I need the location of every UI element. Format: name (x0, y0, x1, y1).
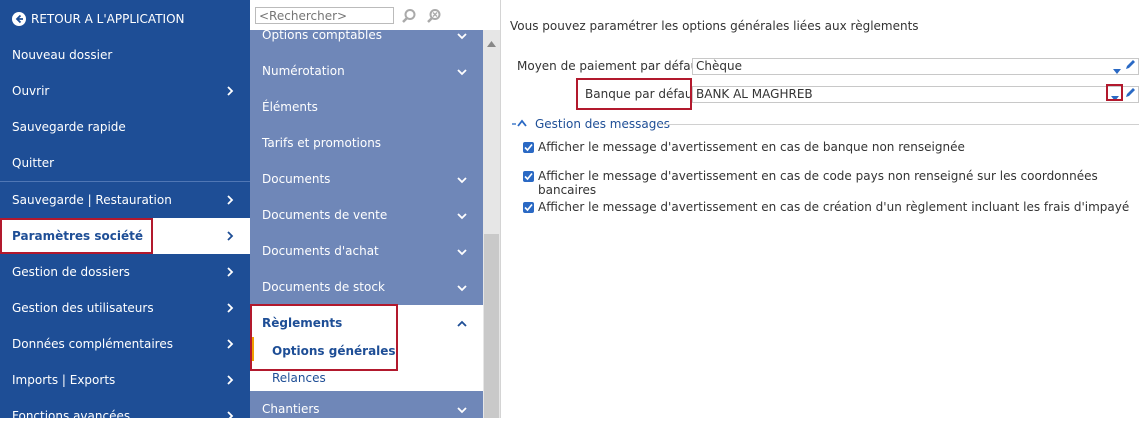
menu-item-quitter[interactable]: Quitter (0, 145, 250, 181)
search-bar (250, 0, 500, 30)
nav-item-documents-d-achat[interactable]: Documents d'achat (250, 233, 483, 269)
checkbox[interactable] (523, 202, 534, 213)
menu-item-donnees-complementaires[interactable]: Données complémentaires (0, 326, 250, 362)
nav-item-label: Documents (262, 172, 331, 186)
chevron-right-icon (225, 337, 235, 351)
menu-item-fonctions-avancees[interactable]: Fonctions avancées (0, 398, 250, 434)
content-panel: Vous pouvez paramétrer les options génér… (500, 0, 1142, 418)
nav-item-label: Options comptables (262, 30, 383, 42)
back-arrow-icon (12, 12, 26, 26)
chevron-right-icon (225, 84, 235, 98)
checkbox[interactable] (523, 142, 534, 153)
nav-item-label: Documents de vente (262, 208, 388, 222)
back-to-application-button[interactable]: RETOUR A L'APPLICATION (0, 1, 250, 37)
chevron-down-icon (456, 210, 468, 220)
nav-item-documents[interactable]: Documents (250, 161, 483, 197)
chevron-right-icon (225, 265, 235, 279)
chevron-right-icon (225, 409, 235, 423)
checkbox[interactable] (523, 171, 534, 182)
nav-item-label: Chantiers (262, 402, 320, 416)
nav-item-label: Numérotation (262, 64, 345, 78)
chevron-down-icon (456, 66, 468, 76)
menu-item-label: Ouvrir (12, 84, 50, 98)
nav-item-elements[interactable]: Éléments (250, 89, 483, 125)
nav-item-options-comptables[interactable]: Options comptables (250, 30, 483, 53)
dropdown-arrow-icon[interactable] (1113, 63, 1121, 74)
chevron-right-icon (225, 193, 235, 207)
menu-item-gestion-des-utilisateurs[interactable]: Gestion des utilisateurs (0, 290, 250, 326)
chevron-down-icon (456, 282, 468, 292)
menu-item-ouvrir[interactable]: Ouvrir (0, 73, 250, 109)
nav-item-label: Tarifs et promotions (262, 136, 382, 150)
search-icon[interactable] (401, 8, 417, 24)
nav-item-documents-de-stock[interactable]: Documents de stock (250, 269, 483, 305)
menu-item-label: Gestion des utilisateurs (12, 301, 154, 315)
default-bank-value: BANK AL MAGHREB (696, 87, 813, 101)
menu-item-label: Données complémentaires (12, 337, 173, 351)
nav-scrollbar-thumb[interactable] (484, 234, 499, 418)
nav-item-label: Documents d'achat (262, 244, 379, 258)
nav-item-documents-de-vente[interactable]: Documents de vente (250, 197, 483, 233)
menu-item-label: Sauvegarde | Restauration (12, 193, 172, 207)
nav-item-label: Documents de stock (262, 280, 385, 294)
menu-item-label: Quitter (12, 156, 55, 170)
highlight-box (576, 78, 692, 110)
nav-item-numerotation[interactable]: Numérotation (250, 53, 483, 89)
chevron-down-icon (456, 30, 468, 40)
menu-item-label: Fonctions avancées (12, 409, 131, 423)
panel-divider (500, 0, 501, 418)
menu-item-sauvegarde-restauration[interactable]: Sauvegarde | Restauration (0, 182, 250, 218)
chevron-right-icon (225, 301, 235, 315)
scroll-up-icon[interactable] (487, 36, 496, 47)
edit-pencil-icon[interactable] (1124, 59, 1136, 71)
checkbox-label: Afficher le message d'avertissement en c… (538, 169, 1098, 197)
nav-subitem-label: Relances (272, 371, 326, 385)
chevron-down-icon (456, 174, 468, 184)
chevron-down-icon (456, 404, 468, 414)
section-title: Gestion des messages (535, 117, 670, 131)
default-bank-select[interactable]: BANK AL MAGHREB (692, 86, 1139, 103)
clear-search-icon[interactable] (426, 8, 442, 24)
payment-method-select[interactable]: Chèque (692, 58, 1139, 75)
left-menu: RETOUR A L'APPLICATION Nouveau dossier O… (0, 0, 250, 423)
nav-item-chantiers[interactable]: Chantiers (250, 391, 483, 418)
menu-item-nouveau-dossier[interactable]: Nouveau dossier (0, 37, 250, 73)
nav-item-label: Éléments (262, 100, 318, 114)
menu-item-sauvegarde-rapide[interactable]: Sauvegarde rapide (0, 109, 250, 145)
chevron-up-icon (456, 318, 468, 328)
collapse-section-icon[interactable] (512, 117, 532, 127)
chevron-right-icon (225, 373, 235, 387)
nav-item-tarifs-et-promotions[interactable]: Tarifs et promotions (250, 125, 483, 161)
checkbox-label: Afficher le message d'avertissement en c… (538, 200, 1130, 214)
menu-item-label: Nouveau dossier (12, 48, 113, 62)
payment-method-label: Moyen de paiement par défaut (517, 59, 703, 73)
menu-item-label: Gestion de dossiers (12, 265, 130, 279)
menu-item-imports-exports[interactable]: Imports | Exports (0, 362, 250, 398)
back-to-application-label: RETOUR A L'APPLICATION (31, 12, 185, 26)
section-divider (658, 124, 1139, 125)
chevron-right-icon (225, 229, 235, 243)
highlight-box (250, 304, 398, 371)
edit-pencil-icon[interactable] (1124, 87, 1136, 99)
payment-method-value: Chèque (696, 59, 742, 73)
checkbox-label: Afficher le message d'avertissement en c… (538, 140, 965, 154)
highlight-box (1106, 84, 1123, 101)
highlight-box (0, 218, 153, 254)
search-input[interactable] (255, 7, 394, 24)
intro-text: Vous pouvez paramétrer les options génér… (510, 19, 919, 33)
menu-item-label: Sauvegarde rapide (12, 120, 126, 134)
chevron-down-icon (456, 246, 468, 256)
menu-item-label: Imports | Exports (12, 373, 116, 387)
menu-item-gestion-de-dossiers[interactable]: Gestion de dossiers (0, 254, 250, 290)
